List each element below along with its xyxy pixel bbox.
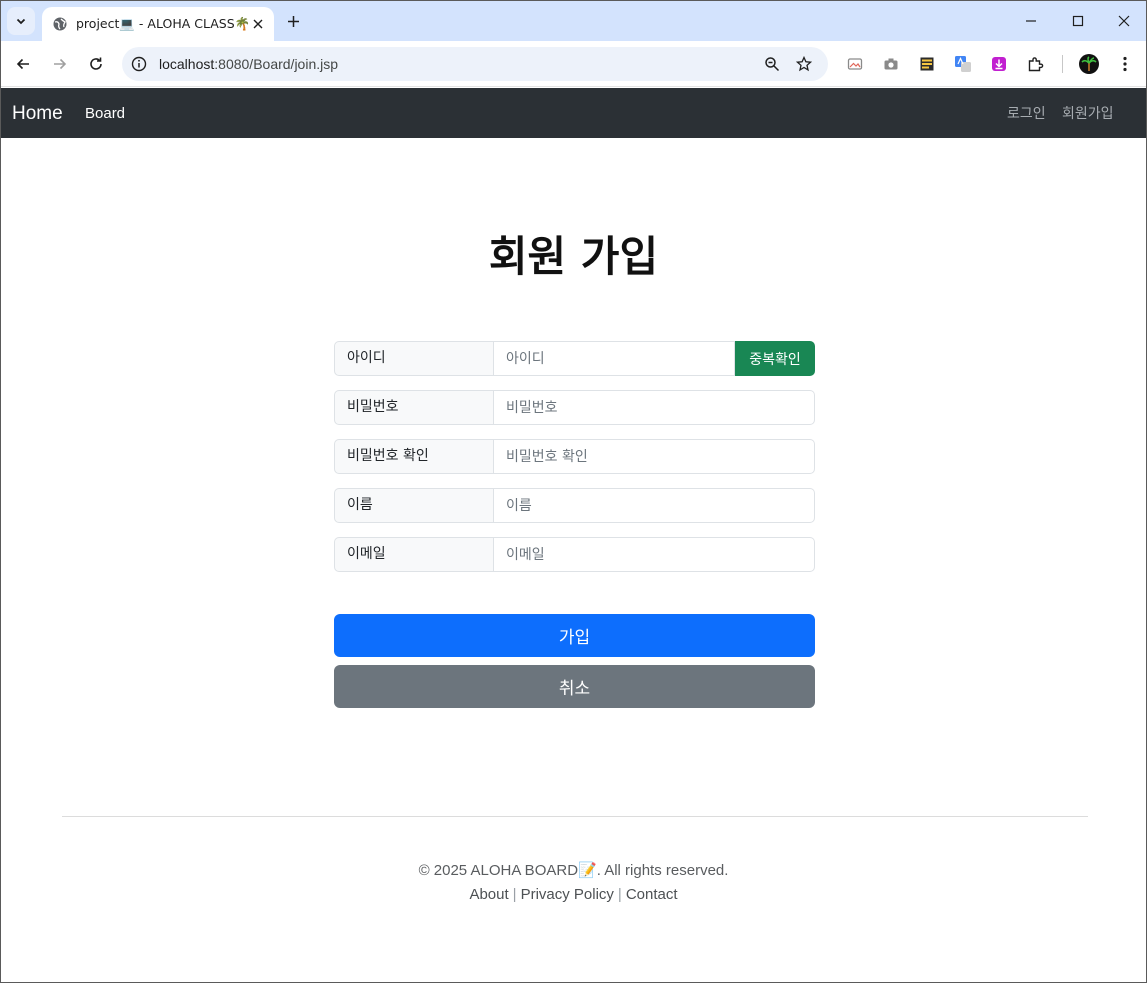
reload-button[interactable] — [84, 52, 108, 76]
cancel-button[interactable]: 취소 — [334, 665, 815, 708]
password-input-group: 비밀번호 — [334, 390, 815, 425]
browser-menu-button[interactable] — [1115, 54, 1135, 74]
camera-icon — [884, 58, 898, 70]
bookmark-star-icon[interactable] — [796, 56, 812, 72]
site-info-icon[interactable] — [131, 56, 147, 72]
maximize-icon — [1072, 15, 1084, 27]
tab-close-button[interactable] — [250, 16, 266, 32]
close-icon — [1118, 15, 1130, 27]
name-input[interactable] — [494, 488, 815, 523]
minimize-button[interactable] — [1018, 9, 1044, 33]
toolbar-divider — [1062, 55, 1063, 73]
browser-toolbar: localhost:8080/Board/join.jsp — [1, 41, 1146, 87]
tab-search-button[interactable] — [7, 7, 35, 35]
palm-tree-avatar-icon — [1079, 54, 1099, 74]
password-confirm-input-group: 비밀번호 확인 — [334, 439, 815, 474]
nav-link-board[interactable]: Board — [85, 88, 125, 140]
footer-separator: | — [512, 886, 517, 903]
tab-title: project💻 - ALOHA CLASS🌴 — [76, 16, 250, 31]
nav-link-login[interactable]: 로그인 — [1007, 88, 1046, 140]
close-window-button[interactable] — [1111, 9, 1137, 33]
email-label: 이메일 — [334, 537, 494, 572]
app-navbar: Home Board 로그인 회원가입 — [1, 88, 1146, 138]
password-confirm-label: 비밀번호 확인 — [334, 439, 494, 474]
url-host: localhost — [159, 56, 215, 72]
name-input-group: 이름 — [334, 488, 815, 523]
back-button[interactable] — [11, 52, 35, 76]
extension-translate-icon[interactable] — [953, 54, 973, 74]
footer-link-about[interactable]: About — [469, 886, 508, 903]
chevron-down-icon — [16, 18, 26, 25]
id-input[interactable] — [494, 341, 735, 376]
forward-button[interactable] — [48, 52, 72, 76]
id-input-group: 아이디 중복확인 — [334, 341, 815, 376]
kebab-menu-icon — [1123, 56, 1127, 72]
footer-separator: | — [617, 886, 622, 903]
plus-icon — [287, 15, 299, 27]
name-label: 이름 — [334, 488, 494, 523]
page-title: 회원 가입 — [488, 232, 659, 281]
minimize-icon — [1026, 20, 1036, 22]
url-path: :8080/Board/join.jsp — [214, 56, 339, 72]
arrow-right-icon — [54, 58, 67, 70]
password-input[interactable] — [494, 390, 815, 425]
extension-download-icon[interactable] — [989, 54, 1009, 74]
join-submit-button[interactable]: 가입 — [334, 614, 815, 657]
new-tab-button[interactable] — [283, 11, 303, 31]
email-input-group: 이메일 — [334, 537, 815, 572]
extension-camera-icon[interactable] — [881, 54, 901, 74]
extension-film-icon[interactable] — [917, 54, 937, 74]
download-icon — [992, 57, 1006, 71]
email-input[interactable] — [494, 537, 815, 572]
zoom-icon[interactable] — [764, 56, 780, 72]
duplicate-check-button[interactable]: 중복확인 — [735, 341, 815, 376]
address-bar[interactable]: localhost:8080/Board/join.jsp — [122, 47, 828, 81]
globe-icon — [53, 17, 67, 31]
footer-link-contact[interactable]: Contact — [626, 886, 678, 903]
extensions-button[interactable] — [1025, 54, 1045, 74]
password-confirm-input[interactable] — [494, 439, 815, 474]
nav-link-signup[interactable]: 회원가입 — [1062, 88, 1114, 140]
footer-link-privacy[interactable]: Privacy Policy — [521, 886, 614, 903]
maximize-button[interactable] — [1065, 9, 1091, 33]
translate-icon — [955, 56, 971, 72]
password-label: 비밀번호 — [334, 390, 494, 425]
arrow-left-icon — [16, 58, 29, 70]
url-text: localhost:8080/Board/join.jsp — [159, 47, 338, 81]
id-label: 아이디 — [334, 341, 494, 376]
tab-strip: project💻 - ALOHA CLASS🌴 — [1, 1, 1146, 41]
signup-form: 아이디 중복확인 비밀번호 비밀번호 확인 이름 이메일 — [334, 341, 815, 586]
browser-window: project💻 - ALOHA CLASS🌴 localhost:8080/B… — [0, 0, 1147, 983]
profile-avatar[interactable] — [1079, 54, 1099, 74]
navbar-brand-home[interactable]: Home — [12, 88, 63, 140]
image-icon — [847, 58, 863, 70]
extension-gallery-icon[interactable] — [845, 54, 865, 74]
film-icon — [920, 57, 934, 71]
browser-tab-active[interactable]: project💻 - ALOHA CLASS🌴 — [42, 7, 274, 41]
footer-links: About | Privacy Policy | Contact — [1, 886, 1146, 903]
footer-divider — [62, 816, 1088, 817]
footer-copyright: © 2025 ALOHA BOARD📝. All rights reserved… — [418, 862, 729, 879]
puzzle-icon — [1028, 56, 1043, 71]
reload-icon — [90, 57, 102, 70]
close-icon — [253, 19, 263, 29]
